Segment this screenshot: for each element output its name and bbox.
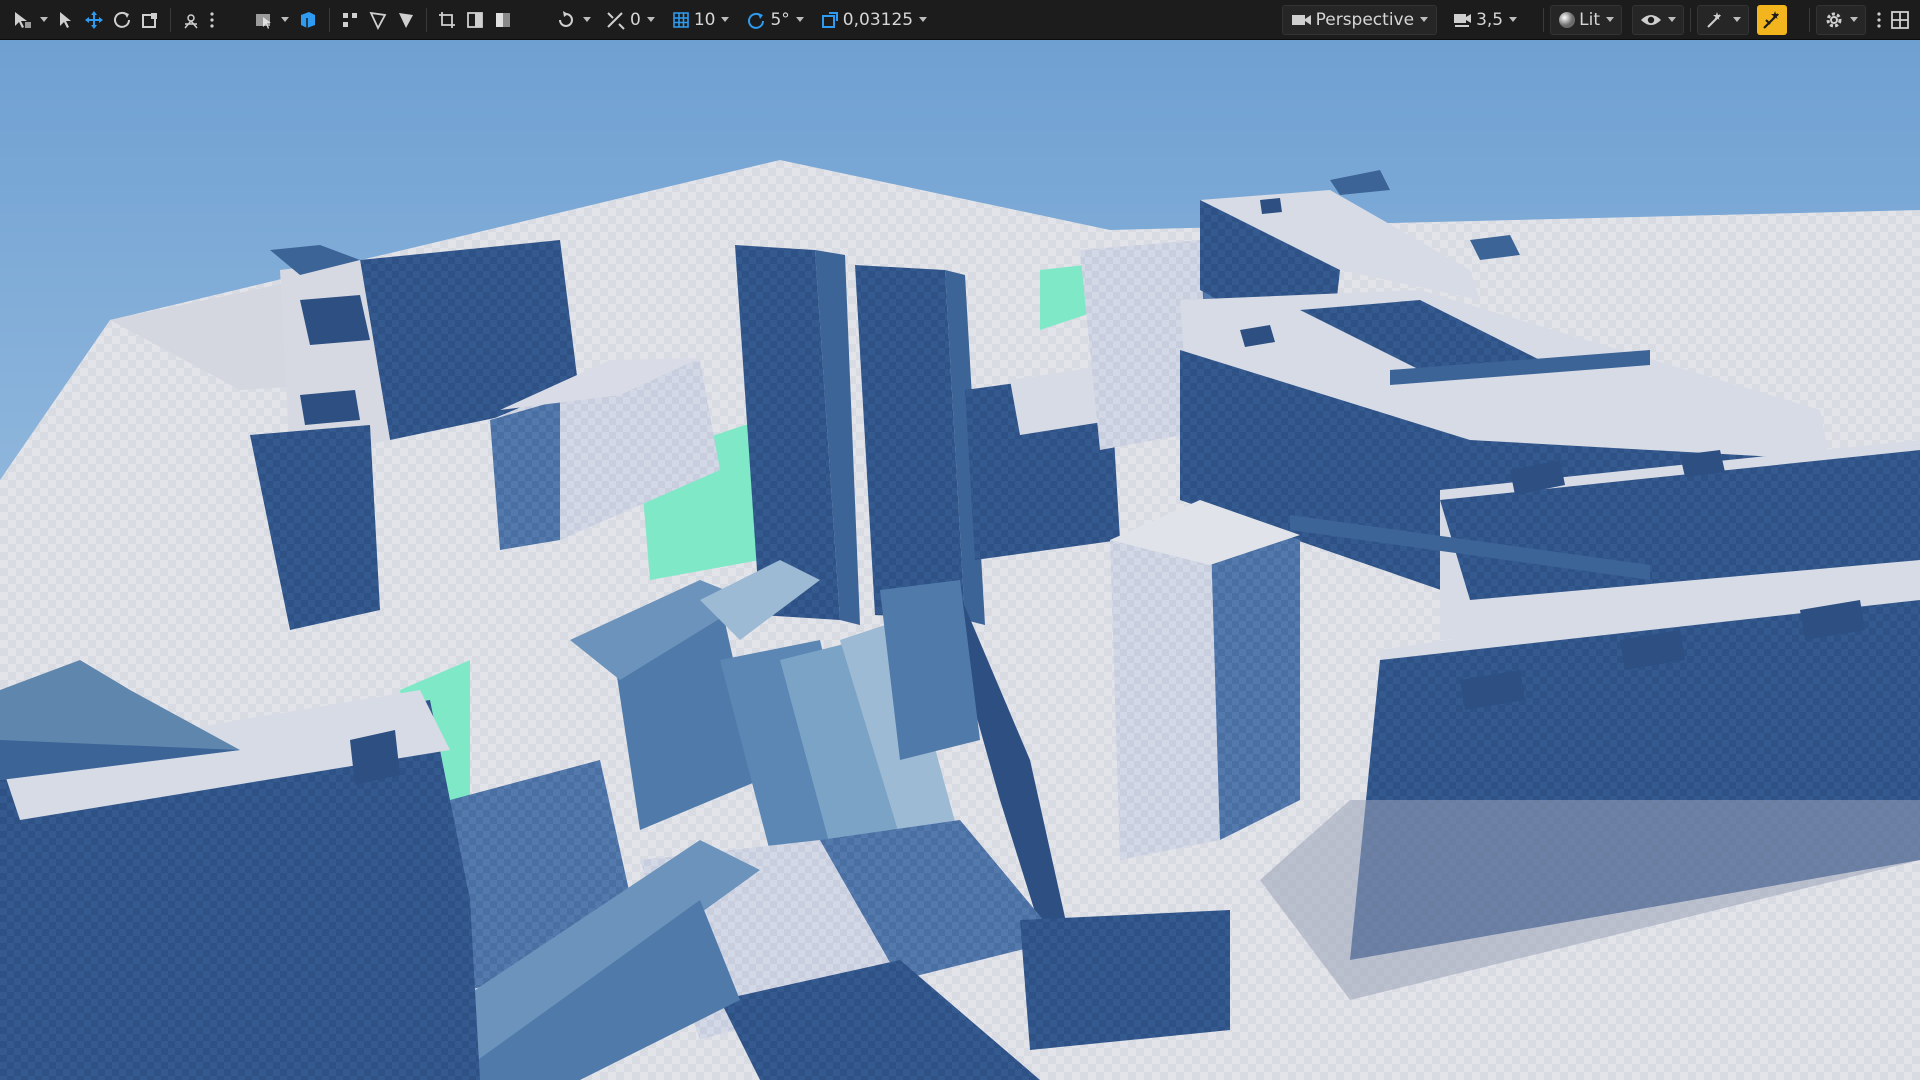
view-mode-label: Lit (1579, 9, 1600, 30)
rotate-arrow-icon (555, 10, 577, 30)
crop-icon (437, 10, 457, 30)
snap-plane-button[interactable] (364, 5, 392, 35)
viewport-more-button[interactable] (1872, 5, 1886, 35)
level-viewport[interactable] (0, 40, 1920, 1080)
viewport-layout-button[interactable] (1886, 5, 1914, 35)
surface-snap-icon (297, 9, 319, 31)
surface-snapping-button[interactable] (293, 5, 323, 35)
city-scene (0, 40, 1920, 1080)
selection-filter-dropdown[interactable] (249, 5, 293, 35)
half-fill-button[interactable] (489, 5, 517, 35)
translate-snap-dropdown[interactable]: 0 (601, 5, 659, 35)
camera-speed-value: 3,5 (1476, 9, 1504, 30)
building (1020, 910, 1230, 1050)
half-fill-icon (493, 10, 513, 30)
more-vertical-icon (1877, 11, 1881, 28)
camera-icon (1291, 12, 1313, 28)
select-tool-button[interactable] (52, 5, 80, 35)
viewport-settings-dropdown[interactable] (1816, 4, 1866, 35)
scale-snap-icon (820, 10, 840, 30)
camera-speed-dropdown[interactable]: 3,5 (1447, 5, 1521, 35)
more-icon (210, 11, 214, 28)
scale-icon (140, 10, 160, 30)
rotate-tool-button[interactable] (108, 5, 136, 35)
show-flags-dropdown[interactable] (1632, 4, 1684, 35)
rotate-icon (112, 10, 132, 30)
building (490, 400, 560, 550)
brush-subtract-button[interactable] (433, 5, 461, 35)
grid-icon (671, 10, 691, 30)
viewport-mode-label: Perspective (1315, 9, 1415, 30)
realtime-warning-icon (1761, 9, 1783, 31)
translate-snap-value: 0 (630, 9, 641, 30)
move-icon (84, 10, 104, 30)
vertex-snap-icon (340, 10, 360, 30)
roof-vent (300, 295, 370, 345)
grid-snap-dropdown[interactable]: 10 (667, 5, 734, 35)
rotation-snap-value: 5° (770, 9, 790, 30)
snap-vertex-button[interactable] (336, 5, 364, 35)
roof-vent (300, 390, 360, 425)
camera-speed-icon (1451, 10, 1473, 30)
scale-snap-dropdown[interactable]: 0,03125 (816, 5, 931, 35)
roof-vent (1260, 198, 1282, 214)
realtime-dropdown[interactable] (1697, 4, 1749, 35)
gear-icon (1824, 10, 1844, 30)
grid-snap-value: 10 (693, 9, 716, 30)
viewport-toolbar: 0 10 5° 0,03125 Perspective 3,5 Lit (0, 0, 1920, 40)
translate-tool-button[interactable] (80, 5, 108, 35)
performance-realtime-button[interactable] (1757, 4, 1787, 35)
selection-filter-icon (253, 9, 275, 31)
scale-tool-button[interactable] (136, 5, 164, 35)
more-options-button[interactable] (205, 5, 219, 35)
split-view-button[interactable] (461, 5, 489, 35)
plane-icon (368, 10, 388, 30)
select-mode-icon (12, 9, 34, 31)
lit-sphere-icon (1558, 11, 1576, 29)
transform-space-button[interactable] (177, 5, 205, 35)
viewport-type-dropdown[interactable]: Perspective (1281, 4, 1438, 35)
rotation-snap-dropdown[interactable]: 5° (741, 5, 807, 35)
filled-plane-icon (396, 10, 416, 30)
transform-space-icon (181, 10, 201, 30)
rotation-mode-dropdown[interactable] (551, 5, 595, 35)
view-mode-dropdown[interactable]: Lit (1550, 4, 1622, 35)
layout-grid-icon (1890, 10, 1910, 30)
pointer-icon (57, 10, 75, 30)
eye-icon (1640, 12, 1662, 28)
split-icon (465, 10, 485, 30)
select-mode-dropdown[interactable] (8, 5, 52, 35)
scale-snap-value: 0,03125 (842, 9, 914, 30)
realtime-icon (1705, 10, 1727, 30)
rotation-snap-icon (745, 10, 767, 30)
snap-filled-plane-button[interactable] (392, 5, 420, 35)
translate-snap-icon (605, 10, 627, 30)
